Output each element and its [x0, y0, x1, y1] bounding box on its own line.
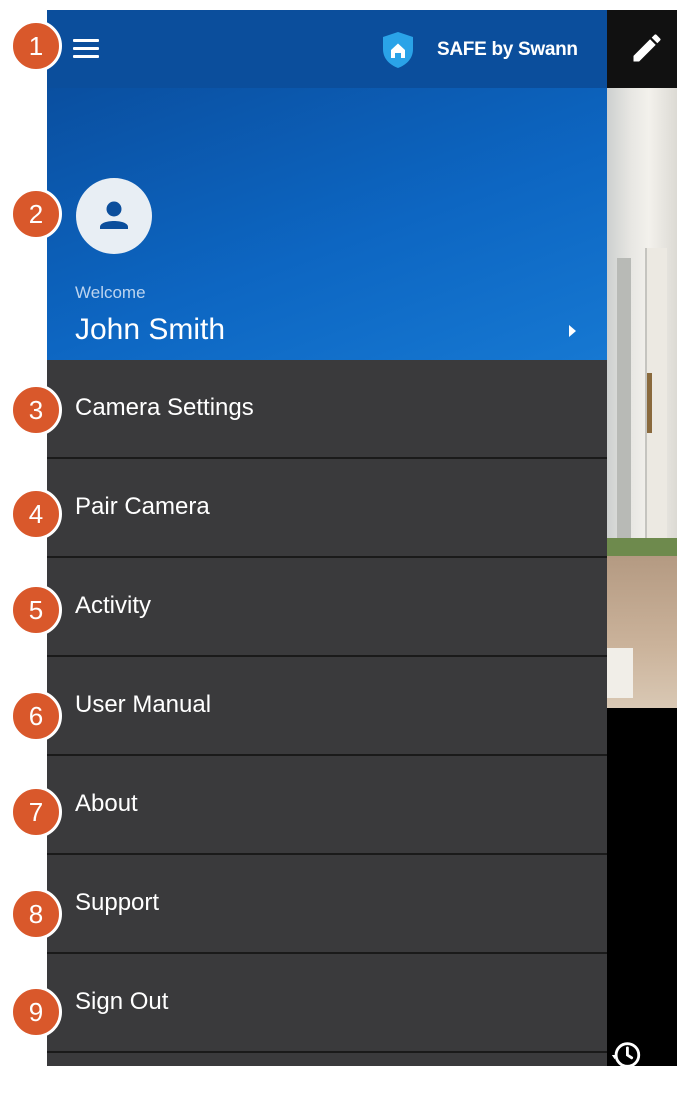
menu-item-camera-settings[interactable]: Camera Settings	[47, 360, 607, 459]
callout-badge-4: 4	[10, 488, 62, 540]
shield-home-icon	[383, 32, 413, 68]
chevron-right-icon[interactable]	[569, 325, 576, 337]
edit-icon[interactable]	[629, 30, 665, 66]
menu-item-about[interactable]: About	[47, 756, 607, 855]
menu-item-activity[interactable]: Activity	[47, 558, 607, 657]
callout-badge-8: 8	[10, 888, 62, 940]
drawer-header: SAFE by Swann	[47, 10, 607, 88]
navigation-drawer: SAFE by Swann Welcome John Smith Camera …	[47, 10, 607, 1066]
phone-screen: SAFE by Swann Welcome John Smith Camera …	[47, 10, 677, 1066]
callout-badge-2: 2	[10, 188, 62, 240]
menu-item-label: Camera Settings	[75, 394, 254, 421]
menu-item-user-manual[interactable]: User Manual	[47, 657, 607, 756]
user-name: John Smith	[75, 313, 226, 346]
callout-badge-6: 6	[10, 690, 62, 742]
callout-badge-3: 3	[10, 384, 62, 436]
history-icon[interactable]	[609, 1038, 643, 1066]
menu-item-label: Sign Out	[75, 988, 169, 1015]
brand-logo: SAFE by Swann	[381, 30, 578, 70]
camera-preview-image[interactable]	[607, 88, 677, 708]
menu-item-label: Support	[75, 889, 160, 916]
callout-badge-5: 5	[10, 584, 62, 636]
menu-item-label: About	[75, 790, 138, 817]
welcome-label: Welcome	[75, 283, 146, 302]
menu-item-label: Activity	[75, 592, 152, 619]
menu-item-sign-out[interactable]: Sign Out	[47, 954, 607, 1053]
menu-item-label: Pair Camera	[75, 493, 210, 520]
person-icon	[100, 201, 128, 229]
callout-badge-1: 1	[10, 20, 62, 72]
menu-item-pair-camera[interactable]: Pair Camera	[47, 459, 607, 558]
avatar	[76, 178, 152, 254]
callout-badge-7: 7	[10, 786, 62, 838]
brand-name: SAFE by Swann	[437, 39, 578, 60]
profile-section[interactable]: Welcome John Smith	[47, 88, 607, 360]
hamburger-icon[interactable]	[73, 39, 99, 59]
callout-badge-9: 9	[10, 986, 62, 1038]
menu-item-support[interactable]: Support	[47, 855, 607, 954]
drawer-menu: Camera Settings Pair Camera Activity Use…	[47, 360, 607, 1053]
menu-item-label: User Manual	[75, 691, 212, 718]
